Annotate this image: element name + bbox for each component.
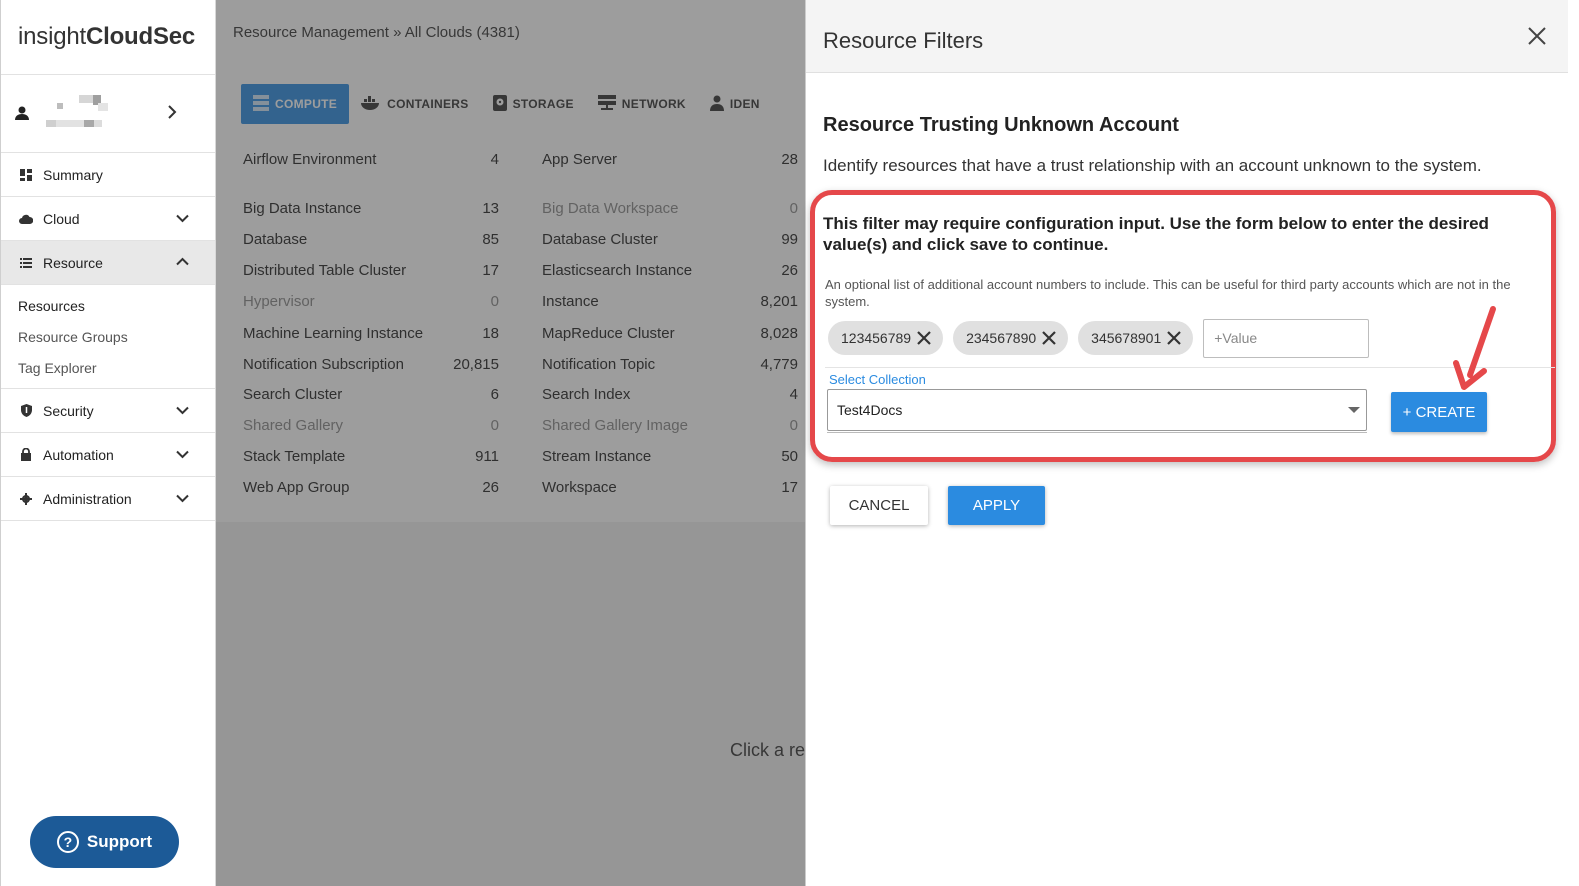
cloud-icon bbox=[19, 212, 33, 226]
nav-summary-label: Summary bbox=[43, 166, 103, 183]
collection-select[interactable]: Test4Docs bbox=[827, 389, 1367, 431]
chevron-down-icon[interactable] bbox=[176, 490, 189, 506]
nav-automation[interactable]: Automation bbox=[1, 433, 215, 477]
chevron-up-icon[interactable] bbox=[176, 253, 189, 269]
chip-label: 123456789 bbox=[841, 330, 912, 346]
create-collection-button[interactable]: + CREATE bbox=[1391, 392, 1487, 432]
account-chip: 234567890 bbox=[953, 321, 1069, 355]
account-value-input[interactable] bbox=[1203, 318, 1370, 358]
callout-arrow-icon bbox=[1453, 306, 1496, 390]
chevron-right-icon[interactable] bbox=[167, 103, 177, 124]
close-icon[interactable] bbox=[1528, 27, 1550, 49]
lock-icon bbox=[19, 448, 33, 462]
shield-icon bbox=[19, 404, 33, 418]
resource-submenu: Resources Resource Groups Tag Explorer bbox=[1, 285, 215, 389]
frame-edge bbox=[1568, 0, 1579, 886]
configuration-note: This filter may require configuration in… bbox=[823, 214, 1489, 254]
account-list-description: An optional list of additional account n… bbox=[825, 277, 1511, 309]
resource-filters-panel: Resource Filters Resource Trusting Unkno… bbox=[805, 0, 1568, 886]
cancel-button[interactable]: CANCEL bbox=[830, 486, 928, 525]
account-chip: 123456789 bbox=[828, 321, 944, 355]
app-logo[interactable]: insight CloudSec bbox=[1, 0, 215, 75]
account-chip: 345678901 bbox=[1078, 321, 1194, 355]
remove-chip-icon[interactable] bbox=[1040, 329, 1058, 347]
account-chips: 123456789 234567890 345678901 bbox=[828, 318, 1370, 358]
filter-title: Resource Trusting Unknown Account bbox=[823, 114, 1179, 136]
nav-automation-label: Automation bbox=[43, 446, 114, 463]
nav-cloud[interactable]: Cloud bbox=[1, 197, 215, 241]
sub-item-tag-explorer[interactable]: Tag Explorer bbox=[1, 353, 215, 384]
sub-item-resources[interactable]: Resources bbox=[1, 291, 215, 322]
panel-header: Resource Filters bbox=[806, 0, 1568, 73]
support-button[interactable]: ? Support bbox=[30, 816, 179, 868]
user-icon bbox=[14, 105, 30, 126]
dropdown-caret-icon[interactable] bbox=[1348, 407, 1360, 413]
chip-label: 234567890 bbox=[966, 330, 1037, 346]
collection-selected-value: Test4Docs bbox=[837, 402, 903, 418]
modal-overlay[interactable] bbox=[216, 0, 805, 886]
chevron-down-icon[interactable] bbox=[176, 402, 189, 418]
gear-icon bbox=[19, 492, 33, 506]
nav-cloud-label: Cloud bbox=[43, 210, 80, 227]
nav-summary[interactable]: Summary bbox=[1, 153, 215, 197]
panel-title: Resource Filters bbox=[823, 28, 984, 53]
collection-underline bbox=[827, 432, 1367, 433]
collection-label: Select Collection bbox=[829, 372, 926, 387]
remove-chip-icon[interactable] bbox=[915, 329, 933, 347]
nav-resource-label: Resource bbox=[43, 254, 103, 271]
logo-bold-text: CloudSec bbox=[85, 23, 196, 50]
dashboard-icon bbox=[19, 168, 33, 182]
list-icon bbox=[19, 256, 33, 270]
support-label: Support bbox=[86, 832, 153, 851]
apply-button[interactable]: APPLY bbox=[948, 486, 1045, 525]
nav-administration-label: Administration bbox=[43, 490, 132, 507]
remove-chip-icon[interactable] bbox=[1165, 329, 1183, 347]
nav-administration[interactable]: Administration bbox=[1, 477, 215, 521]
sidebar: insight CloudSec Summary Cloud Resource … bbox=[0, 0, 216, 886]
sub-item-resource-groups[interactable]: Resource Groups bbox=[1, 322, 215, 353]
nav-security-label: Security bbox=[43, 402, 94, 419]
chevron-down-icon[interactable] bbox=[176, 446, 189, 462]
help-icon: ? bbox=[56, 831, 79, 853]
resource-main: Resource Management » All Clouds (4381) … bbox=[216, 0, 805, 886]
chip-label: 345678901 bbox=[1091, 330, 1162, 346]
nav-security[interactable]: Security bbox=[1, 389, 215, 433]
user-profile[interactable] bbox=[1, 75, 215, 153]
logo-light-text: insight bbox=[18, 23, 86, 50]
filter-description: Identify resources that have a trust rel… bbox=[823, 156, 1482, 175]
nav-resource[interactable]: Resource bbox=[1, 241, 215, 285]
redacted-username bbox=[46, 95, 126, 131]
chevron-down-icon[interactable] bbox=[176, 210, 189, 226]
